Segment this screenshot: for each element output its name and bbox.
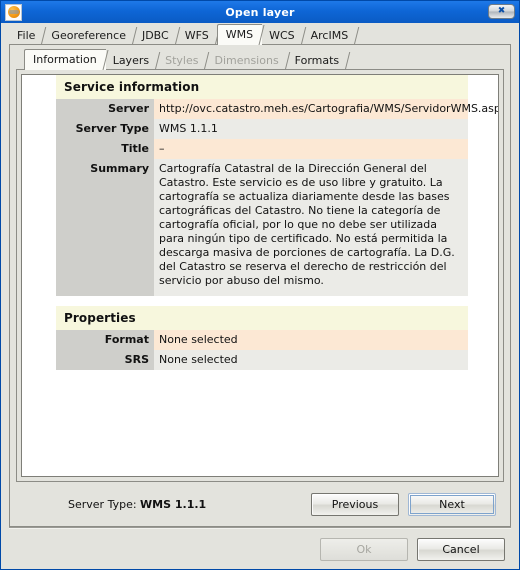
row-label-summary: Summary [56,159,154,296]
app-globe-icon [5,3,22,21]
wizard-nav-bar: Server Type: WMS 1.1.1 Previous Next [10,482,510,526]
row-value-server: http://ovc.catastro.meh.es/Cartografia/W… [154,99,498,119]
ok-button: Ok [320,537,408,561]
server-type-status-label: Server Type: [68,497,137,511]
service-information-heading: Service information [56,75,468,99]
wms-section-tabs: Information Layers Styles Dimensions For… [10,47,510,70]
cancel-button[interactable]: Cancel [417,537,505,561]
tab-wcs[interactable]: WCS [261,26,304,45]
title-bar[interactable]: Open layer ✖ [1,1,519,23]
window-title: Open layer [225,5,295,19]
table-row: Title – [22,139,498,159]
table-row: Summary Cartografía Catastral de la Dire… [22,159,498,296]
tab-file[interactable]: File [9,26,44,45]
tab-styles: Styles [157,51,207,70]
row-value-server-type: WMS 1.1.1 [154,119,468,139]
table-row: Format None selected [22,330,498,350]
row-value-title: – [154,139,468,159]
row-label-title: Title [56,139,154,159]
tab-dimensions: Dimensions [206,51,287,70]
row-label-server: Server [56,99,154,119]
row-label-format: Format [56,330,154,350]
table-row: Server http://ovc.catastro.meh.es/Cartog… [22,99,498,119]
row-value-summary: Cartografía Catastral de la Dirección Ge… [154,159,468,296]
tab-wfs[interactable]: WFS [177,26,218,45]
row-value-srs: None selected [154,350,468,370]
service-information-table: Service information Server http://ovc.ca… [22,75,498,370]
server-type-status-value: WMS 1.1.1 [140,497,207,511]
tab-formats[interactable]: Formats [287,51,349,70]
tab-information[interactable]: Information [24,49,106,70]
properties-heading: Properties [56,306,468,330]
service-information-header: Service information [22,75,498,99]
dialog-body: File Georeference JDBC WFS WMS WCS ArcIM… [1,23,519,569]
row-label-srs: SRS [56,350,154,370]
open-layer-dialog: Open layer ✖ File Georeference JDBC WFS … [0,0,520,570]
close-icon[interactable]: ✖ [488,4,515,19]
tab-arcims[interactable]: ArcIMS [303,26,358,45]
dialog-button-bar: Ok Cancel [1,529,519,569]
table-row: SRS None selected [22,350,498,370]
next-button[interactable]: Next [408,492,496,516]
information-panel: Service information Server http://ovc.ca… [16,70,504,482]
row-value-format: None selected [154,330,468,350]
table-row: Server Type WMS 1.1.1 [22,119,498,139]
properties-header: Properties [22,306,498,330]
tab-wms[interactable]: WMS [216,24,263,45]
row-label-server-type: Server Type [56,119,154,139]
tab-jdbc[interactable]: JDBC [134,26,178,45]
server-type-status: Server Type: WMS 1.1.1 [68,498,206,511]
tab-georeference[interactable]: Georeference [43,26,135,45]
previous-button[interactable]: Previous [311,492,399,516]
information-scroll-area[interactable]: Service information Server http://ovc.ca… [21,74,499,477]
wms-tab-panel: Information Layers Styles Dimensions For… [9,45,511,527]
tab-layers[interactable]: Layers [105,51,158,70]
source-type-tabs: File Georeference JDBC WFS WMS WCS ArcIM… [1,23,519,45]
